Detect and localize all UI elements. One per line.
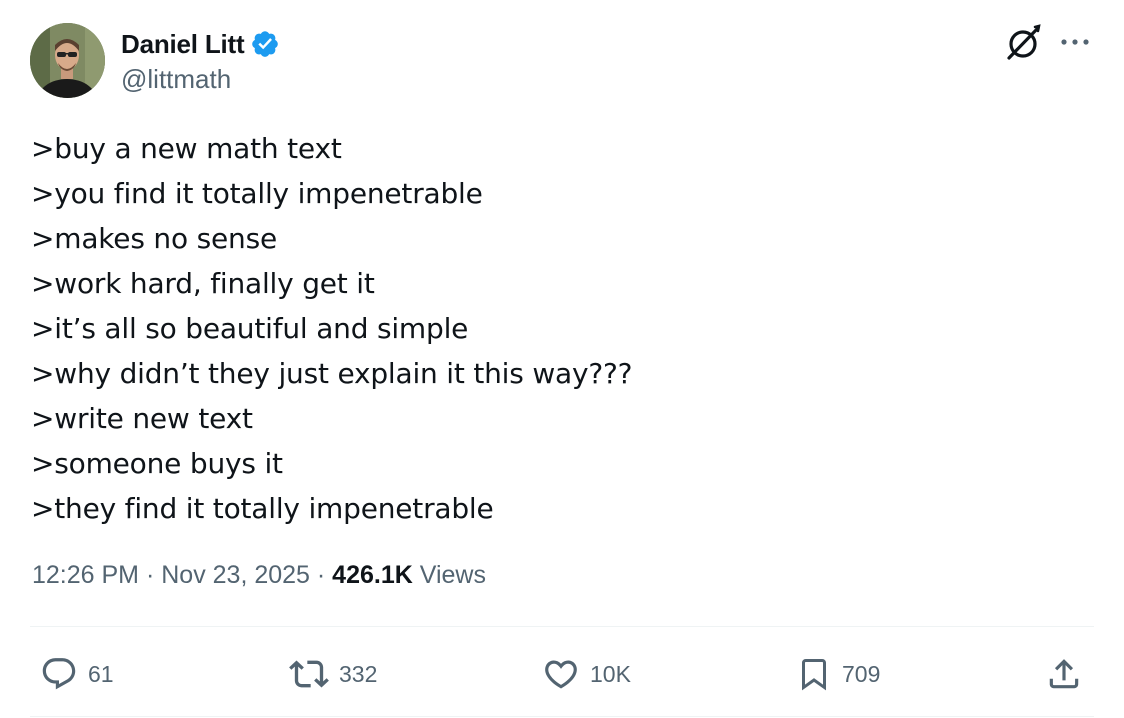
meta-separator: · xyxy=(309,561,333,589)
tweet-card: Daniel Litt @littmath >buy a new math te… xyxy=(0,0,1124,718)
tweet-date[interactable]: Nov 23, 2025 xyxy=(161,561,310,589)
reply-count: 61 xyxy=(88,660,114,687)
tweet-line: >makes no sense xyxy=(31,222,277,255)
avatar[interactable] xyxy=(30,23,105,98)
bookmark-icon xyxy=(802,659,826,691)
tweet-line: >you find it totally impenetrable xyxy=(31,177,483,210)
tweet-line: >work hard, finally get it xyxy=(31,267,375,300)
like-button[interactable]: 10K xyxy=(542,654,631,694)
share-icon xyxy=(1049,659,1079,689)
tweet-line: >write new text xyxy=(31,402,253,435)
repost-button[interactable]: 332 xyxy=(289,654,377,694)
tweet-line: >someone buys it xyxy=(31,447,283,480)
author-handle[interactable]: @littmath xyxy=(121,64,231,95)
reply-button[interactable]: 61 xyxy=(40,654,114,694)
reply-icon xyxy=(42,658,76,690)
tweet-text: >buy a new math text >you find it totall… xyxy=(31,126,633,531)
tweet-time[interactable]: 12:26 PM xyxy=(32,561,139,589)
tweet-line: >buy a new math text xyxy=(31,132,342,165)
grok-icon[interactable] xyxy=(1004,24,1042,62)
verified-badge-icon[interactable] xyxy=(250,29,280,59)
like-count: 10K xyxy=(590,660,631,687)
meta-separator: · xyxy=(139,561,162,589)
avatar-image xyxy=(30,23,105,98)
more-options-icon[interactable] xyxy=(1059,30,1091,54)
like-icon xyxy=(545,660,577,689)
divider xyxy=(30,626,1094,627)
divider xyxy=(30,716,1094,717)
repost-icon xyxy=(289,660,329,688)
repost-count: 332 xyxy=(339,660,378,687)
share-button[interactable] xyxy=(1045,654,1083,694)
bookmark-button[interactable]: 709 xyxy=(796,654,880,694)
tweet-line: >they find it totally impenetrable xyxy=(31,492,494,525)
author-name-row[interactable]: Daniel Litt xyxy=(121,27,280,61)
author-display-name[interactable]: Daniel Litt xyxy=(121,29,245,60)
bookmark-count: 709 xyxy=(842,660,881,687)
tweet-line: >it’s all so beautiful and simple xyxy=(31,312,469,345)
views-label: Views xyxy=(412,561,486,589)
tweet-line: >why didn’t they just explain it this wa… xyxy=(31,357,633,390)
views-count: 426.1K xyxy=(332,561,413,589)
tweet-meta: 12:26 PM · Nov 23, 2025 · 426.1K Views xyxy=(32,561,486,590)
